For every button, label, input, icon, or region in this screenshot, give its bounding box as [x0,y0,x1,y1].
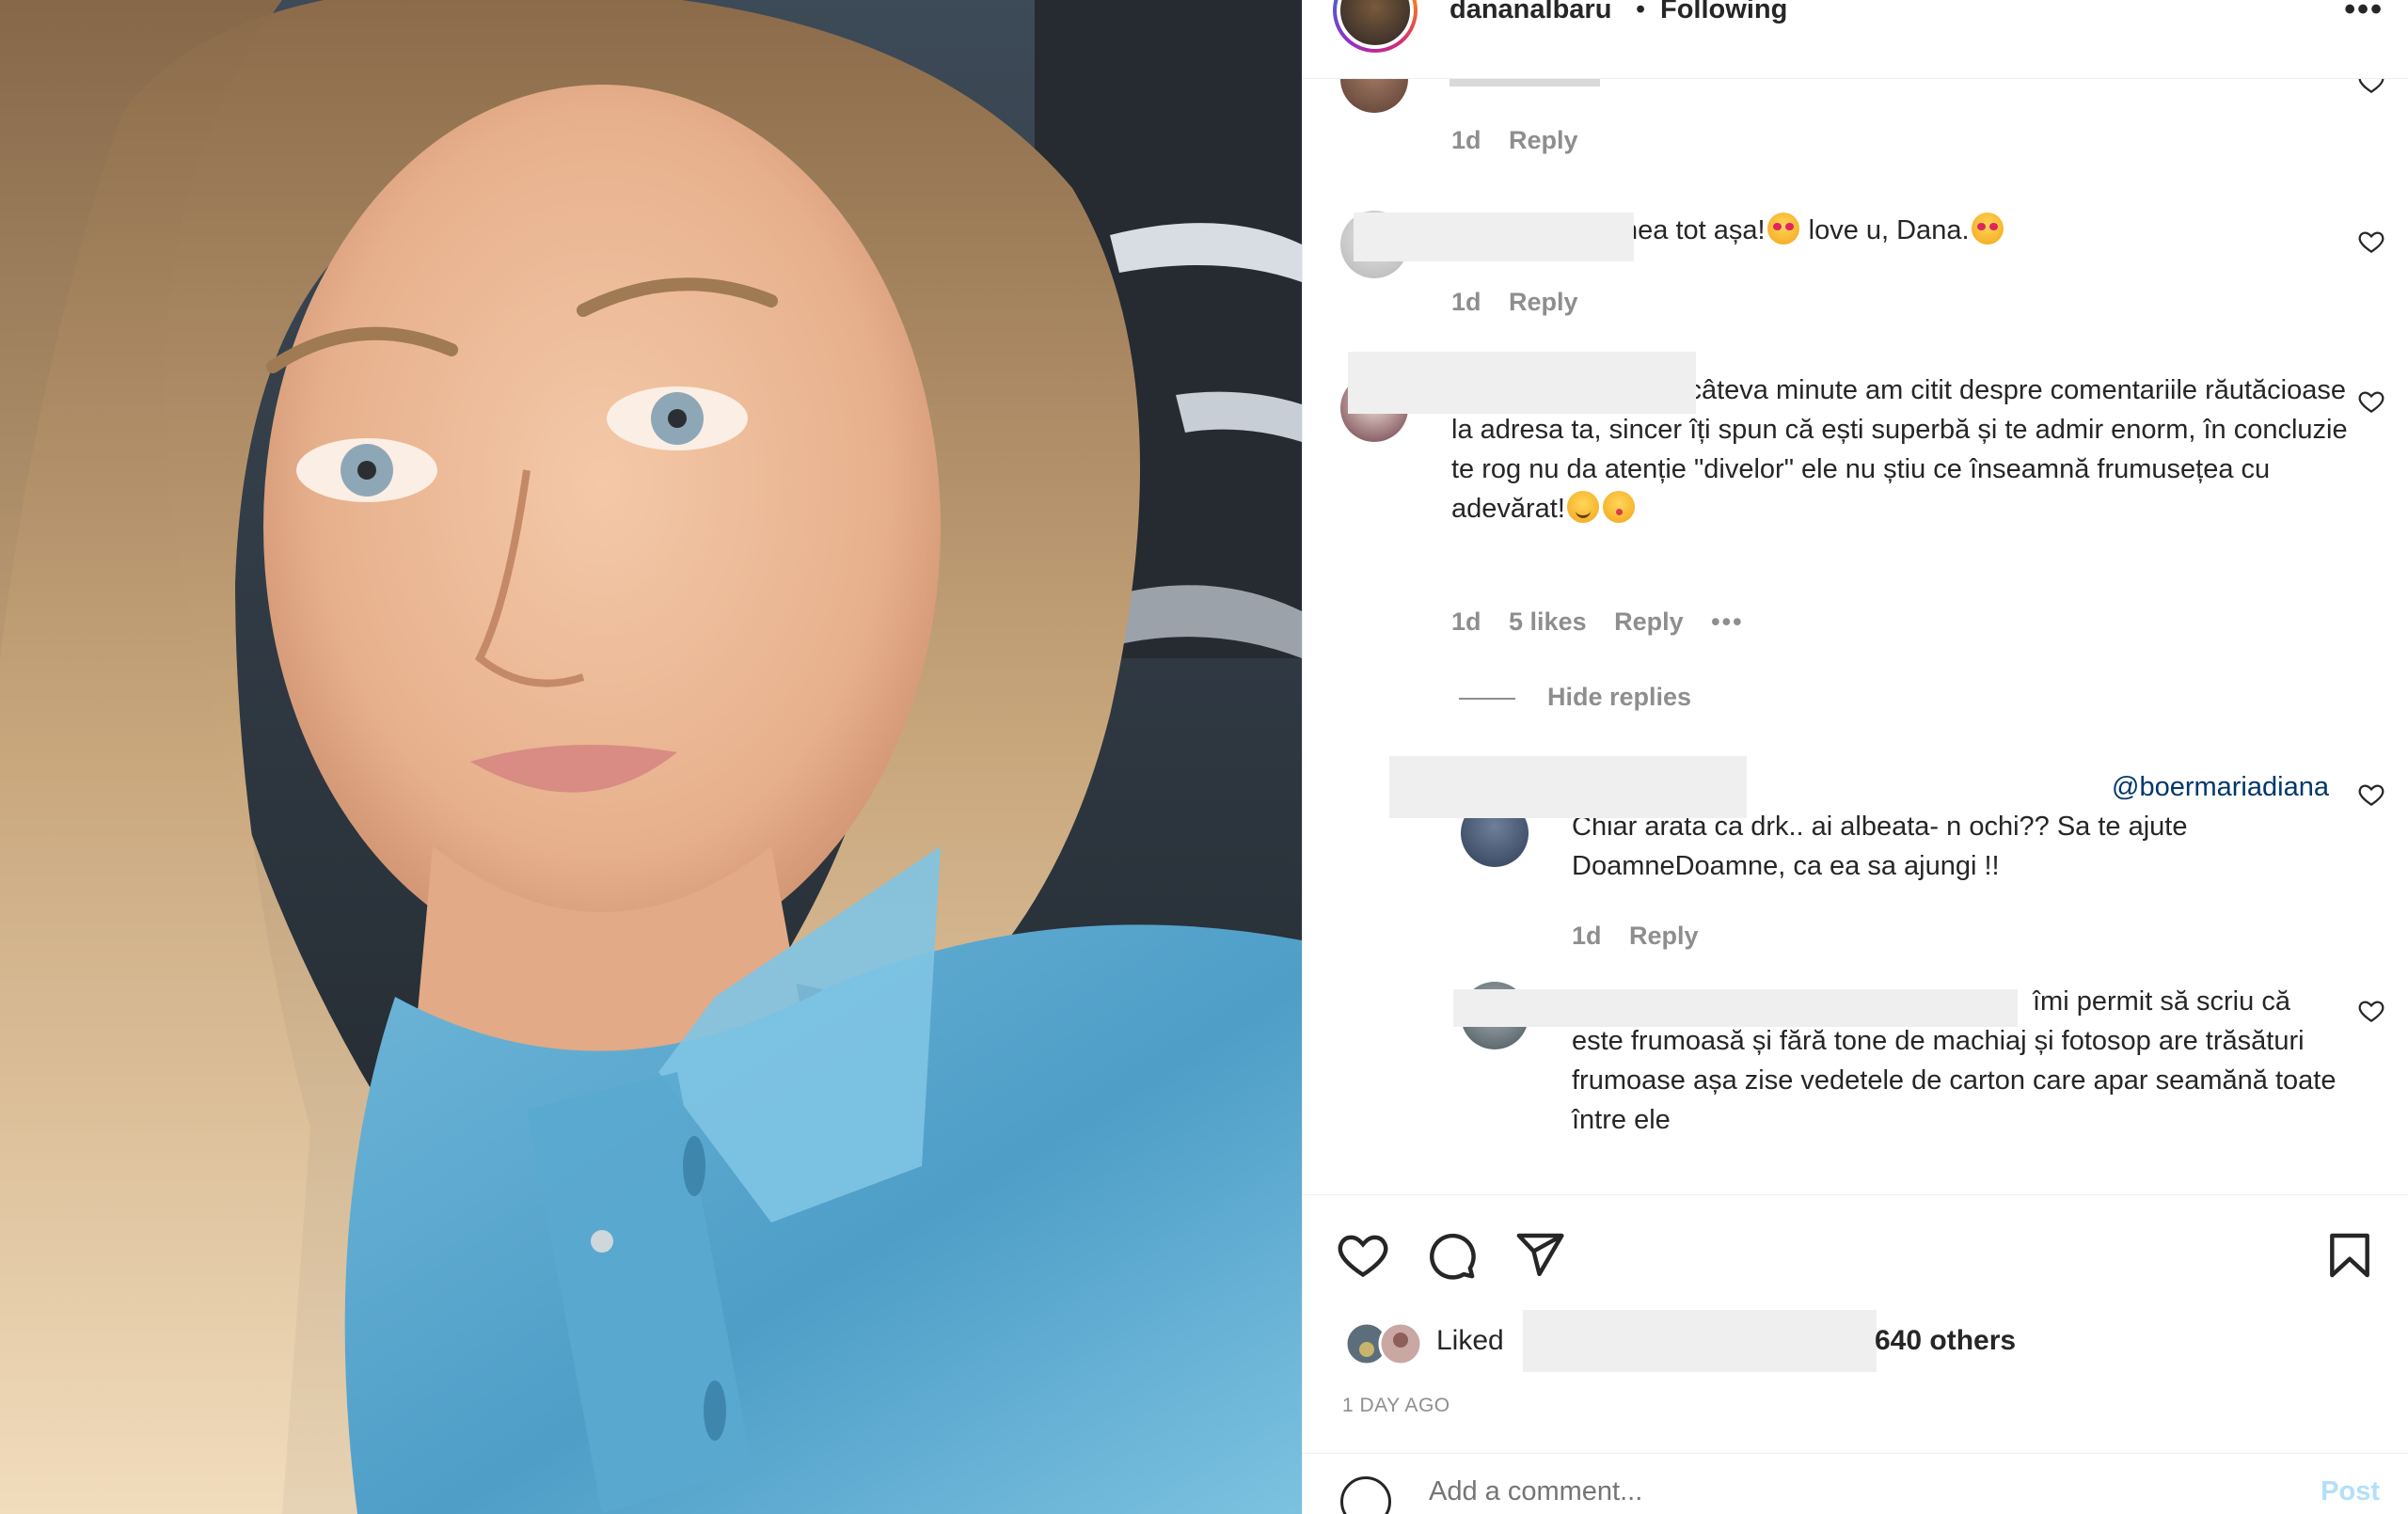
reply-time: 1d [1572,922,1602,950]
heart-small-icon[interactable] [2357,228,2385,256]
comment-time: 1d [1451,607,1481,636]
reply-button[interactable]: Reply [1614,607,1684,636]
author-username[interactable]: dananalbaru [1450,0,1611,25]
kiss-emoji-icon [1602,491,1635,523]
share-icon[interactable] [1513,1229,1566,1282]
blush-emoji-icon [1566,491,1599,523]
reply-mention[interactable]: @boermariadiana [2112,772,2329,802]
author-avatar[interactable] [1333,0,1418,53]
save-icon[interactable] [2323,1229,2376,1282]
post-comment-button[interactable]: Post [2321,1476,2380,1507]
comment-icon[interactable] [1425,1229,1478,1282]
heart-small-icon[interactable] [2357,781,2385,809]
comment-more-icon[interactable]: ••• [1711,607,1743,636]
heart-small-icon[interactable] [2357,387,2385,416]
liked-by-prefix: Liked [1436,1325,1504,1356]
follow-status-button[interactable]: Following [1660,0,1787,25]
reply-body: Chiar arata ca drk.. ai albeata- n ochi?… [1572,812,2188,881]
star-eyes-emoji-icon [1971,213,2004,244]
post-image-graphic [0,0,1302,1514]
like-icon[interactable] [1337,1229,1389,1282]
more-options-icon[interactable]: ••• [2344,0,2384,25]
likes-count[interactable]: 5 likes [1509,607,1587,636]
redacted-text [1389,756,1747,818]
post-actions: Liked 640 others 1 DAY AGO Post [1303,1194,2408,1514]
heart-small-icon[interactable] [2357,997,2385,1025]
liked-by-others-link[interactable]: 640 others [1875,1325,2016,1357]
liked-by-avatars[interactable] [1344,1321,1429,1366]
replies-divider [1459,698,1515,700]
add-comment-bar: Post [1303,1453,2408,1514]
redacted-text [1348,352,1696,414]
emoji-icon[interactable] [1340,1476,1391,1514]
reply-button[interactable]: Reply [1509,288,1578,316]
redacted-text [1523,1310,1877,1372]
heart-small-icon[interactable] [2357,79,2385,96]
comment-body: nea tot așa! [1623,215,1766,245]
header-separator: • [1636,0,1646,24]
reply-button[interactable]: Reply [1629,922,1699,950]
reply-button[interactable]: Reply [1509,126,1578,154]
post-timestamp[interactable]: 1 DAY AGO [1342,1395,1450,1417]
reply-meta: 1d Reply [1572,922,1719,951]
comment-time: 1d [1451,288,1481,316]
comment-meta: 1d 5 likes Reply ••• [1451,607,1765,637]
redacted-text [1453,989,2018,1027]
comment-text: nea tot așa! love u, Dana. [1623,211,2005,250]
comment-meta: 1d Reply [1451,126,1599,155]
star-eyes-emoji-icon [1766,213,1799,244]
comment-time: 1d [1451,126,1481,154]
post-image[interactable] [0,0,1302,1514]
comments-list[interactable]: 1d Reply nea tot așa! love u, Dana. 1d R… [1303,79,2408,1194]
redacted-text [1450,79,1600,87]
comment-body-tail: love u, Dana. [1800,215,1970,245]
comment-avatar[interactable] [1340,79,1408,113]
comment-meta: 1d Reply [1451,288,1599,317]
post-detail-panel: dananalbaru • Following ••• 1d Reply nea… [1302,0,2408,1514]
hide-replies-button[interactable]: Hide replies [1547,683,1691,712]
post-header: dananalbaru • Following ••• [1303,0,2408,79]
redacted-text [1354,213,1634,261]
add-comment-input[interactable] [1429,1476,2181,1507]
